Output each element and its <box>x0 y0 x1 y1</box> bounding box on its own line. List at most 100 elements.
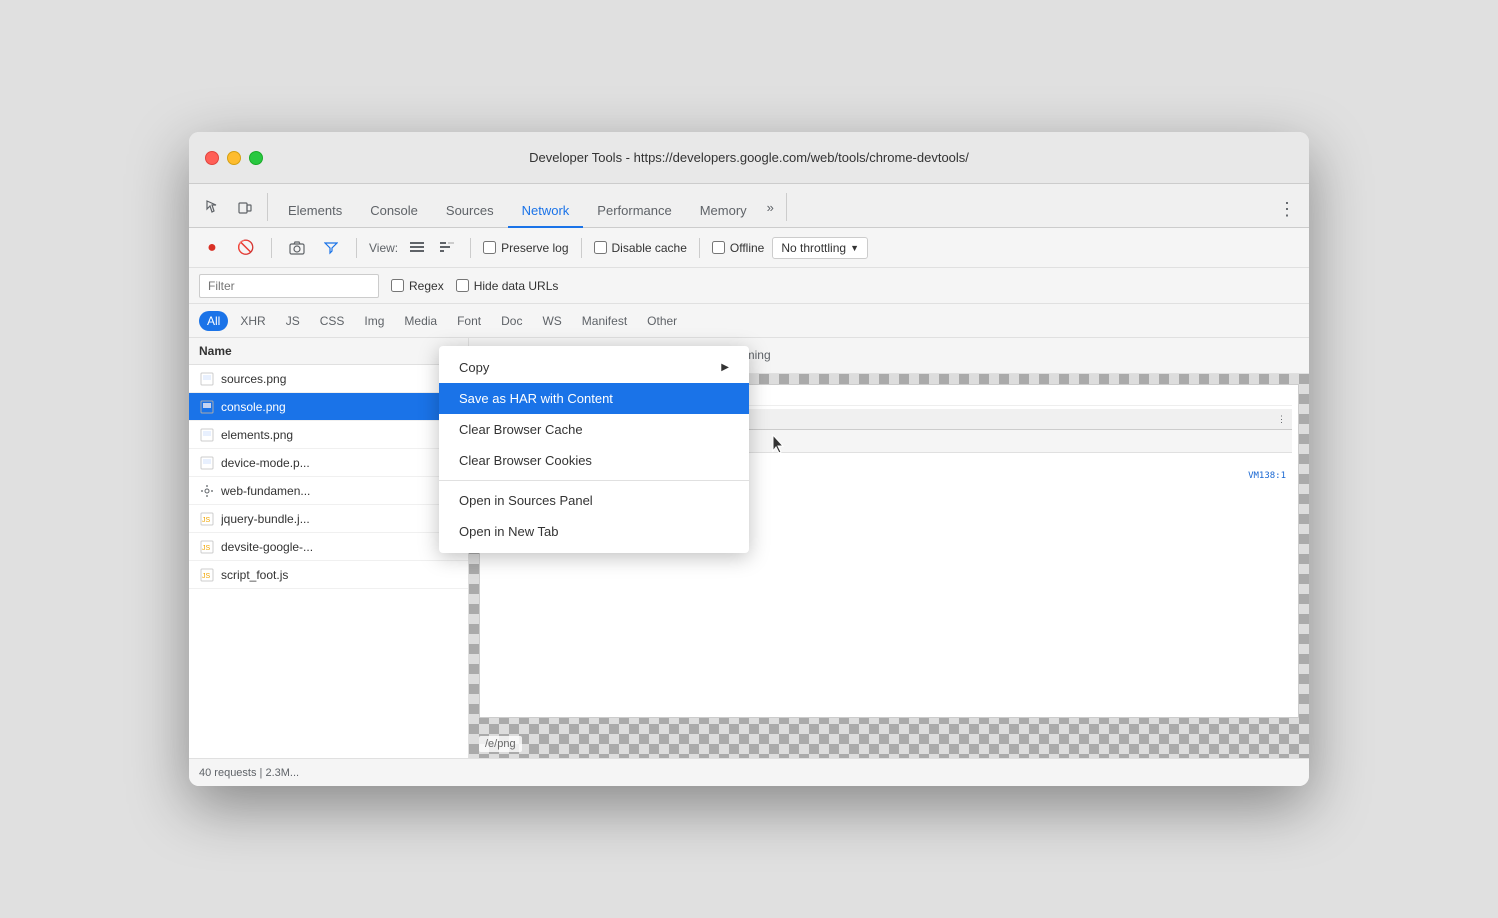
view-list-button[interactable] <box>406 237 428 259</box>
offline-group: Offline <box>712 241 764 255</box>
context-menu-item-save-har[interactable]: Save as HAR with Content <box>439 383 749 414</box>
maximize-button[interactable] <box>249 151 263 165</box>
type-filter-bar: All XHR JS CSS Img Media Font Doc WS Man… <box>189 304 1309 338</box>
svg-text:JS: JS <box>202 517 211 524</box>
context-menu-clear-cookies-label: Clear Browser Cookies <box>459 453 592 468</box>
context-menu-item-copy[interactable]: Copy ▶ <box>439 352 749 383</box>
context-menu-separator <box>439 480 749 481</box>
regex-group: Regex <box>391 279 444 293</box>
file-icon-js: JS <box>199 511 215 527</box>
context-menu-item-clear-cache[interactable]: Clear Browser Cache <box>439 414 749 445</box>
file-list-header: Name <box>189 338 468 365</box>
devtools-tab-bar: Elements Console Sources Network Perform… <box>189 184 1309 228</box>
file-icon-img-selected <box>199 399 215 415</box>
svg-text:JS: JS <box>202 545 211 552</box>
tab-sources[interactable]: Sources <box>432 195 508 228</box>
devtools-tabs-right: ⋮ <box>1273 195 1301 223</box>
no-throttling-label: No throttling <box>781 241 846 255</box>
file-icon-img-device <box>199 455 215 471</box>
regex-checkbox[interactable] <box>391 279 404 292</box>
status-bar: 40 requests | 2.3M... <box>189 758 1309 786</box>
file-item-devsite[interactable]: JS devsite-google-... <box>189 533 468 561</box>
file-icon-img <box>199 371 215 387</box>
type-filter-js[interactable]: JS <box>278 311 308 331</box>
window-title: Developer Tools - https://developers.goo… <box>529 150 969 165</box>
preserve-log-checkbox[interactable] <box>483 241 496 254</box>
type-filter-manifest[interactable]: Manifest <box>574 311 635 331</box>
disable-cache-checkbox[interactable] <box>594 241 607 254</box>
file-item-console[interactable]: console.png <box>189 393 468 421</box>
file-name-script-foot: script_foot.js <box>221 568 288 582</box>
network-toolbar: ● 🚫 View: <box>189 228 1309 268</box>
tab-more[interactable]: » <box>761 192 780 223</box>
type-filter-other[interactable]: Other <box>639 311 685 331</box>
context-menu-item-open-tab[interactable]: Open in New Tab <box>439 516 749 547</box>
disable-cache-label: Disable cache <box>612 241 687 255</box>
record-button[interactable]: ● <box>199 235 225 261</box>
view-label: View: <box>369 241 398 255</box>
inspect-element-icon[interactable] <box>197 191 229 223</box>
context-menu-open-sources-label: Open in Sources Panel <box>459 493 593 508</box>
context-menu-open-tab-label: Open in New Tab <box>459 524 559 539</box>
view-waterfall-button[interactable] <box>436 237 458 259</box>
devtools-window: Developer Tools - https://developers.goo… <box>189 132 1309 786</box>
file-item-elements[interactable]: elements.png <box>189 421 468 449</box>
file-name-device: device-mode.p... <box>221 456 310 470</box>
context-menu-item-clear-cookies[interactable]: Clear Browser Cookies <box>439 445 749 476</box>
file-item-web-fundamen[interactable]: web-fundamen... <box>189 477 468 505</box>
offline-label: Offline <box>730 241 764 255</box>
devtools-body: ● 🚫 View: <box>189 228 1309 786</box>
filter-button[interactable] <box>318 235 344 261</box>
file-item-jquery[interactable]: JS jquery-bundle.j... <box>189 505 468 533</box>
main-content: Name sources.png console.png <box>189 338 1309 758</box>
type-filter-xhr[interactable]: XHR <box>232 311 273 331</box>
tab-network[interactable]: Network <box>508 195 584 228</box>
regex-label: Regex <box>409 279 444 293</box>
file-icon-gear <box>199 483 215 499</box>
file-item-script-foot[interactable]: JS script_foot.js <box>189 561 468 589</box>
device-mode-icon[interactable] <box>229 191 261 223</box>
close-button[interactable] <box>205 151 219 165</box>
filter-input[interactable] <box>199 274 379 298</box>
type-filter-doc[interactable]: Doc <box>493 311 530 331</box>
titlebar: Developer Tools - https://developers.goo… <box>189 132 1309 184</box>
type-filter-ws[interactable]: WS <box>534 311 569 331</box>
tab-memory[interactable]: Memory <box>686 195 761 228</box>
chevron-down-icon: ▼ <box>850 243 859 253</box>
file-name-elements: elements.png <box>221 428 293 442</box>
type-filter-font[interactable]: Font <box>449 311 489 331</box>
tab-performance[interactable]: Performance <box>583 195 685 228</box>
file-name-devsite: devsite-google-... <box>221 540 313 554</box>
tab-elements[interactable]: Elements <box>274 195 356 228</box>
file-item-sources[interactable]: sources.png <box>189 365 468 393</box>
file-item-device-mode[interactable]: device-mode.p... <box>189 449 468 477</box>
preview-bottom-url: /e/png <box>479 736 522 752</box>
traffic-lights <box>205 151 263 165</box>
type-filter-css[interactable]: CSS <box>312 311 353 331</box>
type-filter-all[interactable]: All <box>199 311 228 331</box>
file-name-jquery: jquery-bundle.j... <box>221 512 310 526</box>
file-list-panel: Name sources.png console.png <box>189 338 469 758</box>
type-filter-img[interactable]: Img <box>356 311 392 331</box>
devtools-menu-button[interactable]: ⋮ <box>1273 195 1301 223</box>
context-menu: Copy ▶ Save as HAR with Content Clear Br… <box>439 346 749 553</box>
toolbar-sep-5 <box>699 238 700 258</box>
preserve-log-group: Preserve log <box>483 241 568 255</box>
tab-separator <box>267 193 268 221</box>
clear-button[interactable]: 🚫 <box>233 235 259 261</box>
tab-console[interactable]: Console <box>356 195 432 228</box>
file-name-webfundamen: web-fundamen... <box>221 484 310 498</box>
offline-checkbox[interactable] <box>712 241 725 254</box>
file-name-console: console.png <box>221 400 286 414</box>
minimize-button[interactable] <box>227 151 241 165</box>
preview-mini-kebab: ⋮ <box>1277 414 1286 425</box>
context-menu-save-har-label: Save as HAR with Content <box>459 391 613 406</box>
screenshot-button[interactable] <box>284 235 310 261</box>
context-menu-item-open-sources[interactable]: Open in Sources Panel <box>439 485 749 516</box>
type-filter-media[interactable]: Media <box>396 311 445 331</box>
no-throttling-button[interactable]: No throttling ▼ <box>772 237 868 259</box>
file-icon-img-elements <box>199 427 215 443</box>
toolbar-sep-2 <box>356 238 357 258</box>
tab-separator-right <box>786 193 787 221</box>
hide-data-urls-checkbox[interactable] <box>456 279 469 292</box>
